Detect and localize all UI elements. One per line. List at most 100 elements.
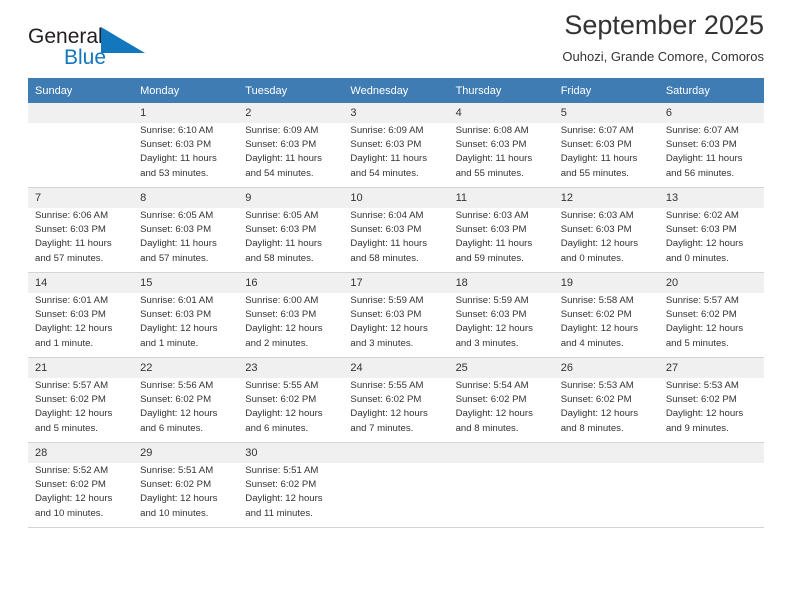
sunset-text: Sunset: 6:03 PM (560, 139, 632, 151)
calendar-day-cell[interactable]: 27 Sunrise: 5:53 AM Sunset: 6:02 PM Dayligh… (658, 357, 764, 443)
calendar-page: General Blue September 2025 Ouhozi, Gran… (0, 0, 792, 612)
daylight-text: Daylight: 12 hours and 10 minutes. (140, 493, 218, 519)
day-details (659, 463, 764, 464)
day-cell-content: 12 Sunrise: 6:03 AM Sunset: 6:03 PM Dayligh… (553, 188, 659, 272)
calendar-day-cell[interactable]: 8 Sunrise: 6:05 AM Sunset: 6:03 PM Daylight… (133, 187, 239, 273)
sunrise-text: Sunrise: 5:52 AM (35, 465, 109, 476)
day-cell-content: 6 Sunrise: 6:07 AM Sunset: 6:03 PM Daylight… (658, 103, 764, 187)
day-details: Sunrise: 5:59 AM Sunset: 6:03 PM Daylight:… (449, 293, 554, 351)
day-details: Sunrise: 6:06 AM Sunset: 6:03 PM Daylight:… (28, 208, 133, 266)
calendar-day-cell[interactable]: 10 Sunrise: 6:04 AM Sunset: 6:03 PM Dayligh… (343, 187, 449, 273)
day-number: 13 (658, 188, 764, 208)
calendar-day-cell[interactable]: 29 Sunrise: 5:51 AM Sunset: 6:02 PM Dayligh… (133, 442, 239, 528)
calendar-week-row: 1 Sunrise: 6:10 AM Sunset: 6:03 PM Daylight… (28, 103, 764, 188)
day-cell-content: 22 Sunrise: 5:56 AM Sunset: 6:02 PM Dayligh… (133, 358, 239, 442)
sunrise-text: Sunrise: 5:53 AM (665, 380, 739, 391)
day-cell-content: 23 Sunrise: 5:55 AM Sunset: 6:02 PM Dayligh… (238, 358, 344, 442)
calendar-day-cell[interactable]: 22 Sunrise: 5:56 AM Sunset: 6:02 PM Dayligh… (133, 357, 239, 443)
day-number: 21 (28, 358, 134, 378)
calendar-day-cell[interactable]: 18 Sunrise: 5:59 AM Sunset: 6:03 PM Dayligh… (448, 272, 554, 358)
calendar-header-row: Sunday Monday Tuesday Wednesday Thursday… (28, 78, 764, 103)
daylight-text: Daylight: 12 hours and 5 minutes. (35, 408, 113, 434)
sunset-text: Sunset: 6:02 PM (350, 394, 422, 406)
sunrise-text: Sunrise: 5:55 AM (245, 380, 319, 391)
day-number: 17 (343, 273, 449, 293)
sunset-text: Sunset: 6:03 PM (245, 224, 317, 236)
sunset-text: Sunset: 6:02 PM (455, 394, 527, 406)
day-number: 22 (133, 358, 239, 378)
sunrise-text: Sunrise: 6:02 AM (665, 210, 739, 221)
day-details (449, 463, 554, 464)
day-number: 28 (28, 443, 134, 463)
calendar-day-cell[interactable]: 16 Sunrise: 6:00 AM Sunset: 6:03 PM Dayligh… (238, 272, 344, 358)
sunrise-text: Sunrise: 5:51 AM (140, 465, 214, 476)
day-number: 19 (553, 273, 659, 293)
day-details: Sunrise: 5:57 AM Sunset: 6:02 PM Daylight:… (28, 378, 133, 436)
weekday-header-friday: Friday (553, 78, 659, 103)
calendar-day-cell[interactable]: 4 Sunrise: 6:08 AM Sunset: 6:03 PM Daylight… (448, 103, 554, 188)
calendar-day-cell[interactable]: 28 Sunrise: 5:52 AM Sunset: 6:02 PM Dayligh… (28, 442, 134, 528)
sunset-text: Sunset: 6:03 PM (350, 309, 422, 321)
day-number: 3 (343, 103, 449, 123)
day-number: 11 (448, 188, 554, 208)
calendar-day-cell[interactable]: 6 Sunrise: 6:07 AM Sunset: 6:03 PM Daylight… (658, 103, 764, 188)
day-cell-content: 20 Sunrise: 5:57 AM Sunset: 6:02 PM Dayligh… (658, 273, 764, 357)
calendar-day-cell[interactable]: 14 Sunrise: 6:01 AM Sunset: 6:03 PM Dayligh… (28, 272, 134, 358)
calendar-day-cell[interactable]: 3 Sunrise: 6:09 AM Sunset: 6:03 PM Daylight… (343, 103, 449, 188)
calendar-day-cell[interactable]: 19 Sunrise: 5:58 AM Sunset: 6:02 PM Dayligh… (553, 272, 659, 358)
daylight-text: Daylight: 12 hours and 6 minutes. (245, 408, 323, 434)
brand-logo[interactable]: General Blue (28, 26, 208, 74)
calendar-day-cell[interactable]: 30 Sunrise: 5:51 AM Sunset: 6:02 PM Dayligh… (238, 442, 344, 528)
calendar-day-cell[interactable]: 12 Sunrise: 6:03 AM Sunset: 6:03 PM Dayligh… (553, 187, 659, 273)
day-number (448, 443, 554, 463)
day-cell-content: 25 Sunrise: 5:54 AM Sunset: 6:02 PM Dayligh… (448, 358, 554, 442)
weekday-header-saturday: Saturday (658, 78, 764, 103)
sunrise-text: Sunrise: 6:04 AM (350, 210, 424, 221)
sunrise-text: Sunrise: 5:54 AM (455, 380, 529, 391)
sunrise-text: Sunrise: 6:03 AM (560, 210, 634, 221)
daylight-text: Daylight: 12 hours and 6 minutes. (140, 408, 218, 434)
daylight-text: Daylight: 12 hours and 10 minutes. (35, 493, 113, 519)
calendar-day-cell[interactable]: 24 Sunrise: 5:55 AM Sunset: 6:02 PM Dayligh… (343, 357, 449, 443)
weekday-header-monday: Monday (133, 78, 239, 103)
daylight-text: Daylight: 11 hours and 58 minutes. (245, 238, 322, 264)
day-cell-content: 5 Sunrise: 6:07 AM Sunset: 6:03 PM Daylight… (553, 103, 659, 187)
day-number: 10 (343, 188, 449, 208)
calendar-day-cell[interactable]: 23 Sunrise: 5:55 AM Sunset: 6:02 PM Dayligh… (238, 357, 344, 443)
daylight-text: Daylight: 11 hours and 56 minutes. (665, 153, 743, 179)
day-number: 9 (238, 188, 344, 208)
day-details: Sunrise: 5:51 AM Sunset: 6:02 PM Daylight:… (133, 463, 238, 521)
calendar-day-cell[interactable]: 17 Sunrise: 5:59 AM Sunset: 6:03 PM Dayligh… (343, 272, 449, 358)
daylight-text: Daylight: 11 hours and 55 minutes. (560, 153, 638, 179)
day-details: Sunrise: 6:03 AM Sunset: 6:03 PM Daylight:… (449, 208, 554, 266)
calendar-day-cell[interactable]: 7 Sunrise: 6:06 AM Sunset: 6:03 PM Daylight… (28, 187, 134, 273)
calendar-day-cell[interactable]: 25 Sunrise: 5:54 AM Sunset: 6:02 PM Dayligh… (448, 357, 554, 443)
day-details: Sunrise: 6:05 AM Sunset: 6:03 PM Daylight:… (133, 208, 238, 266)
calendar-day-cell[interactable]: 20 Sunrise: 5:57 AM Sunset: 6:02 PM Dayligh… (658, 272, 764, 358)
day-details: Sunrise: 5:52 AM Sunset: 6:02 PM Daylight:… (28, 463, 133, 521)
day-details: Sunrise: 6:04 AM Sunset: 6:03 PM Daylight:… (343, 208, 448, 266)
calendar-day-cell[interactable]: 13 Sunrise: 6:02 AM Sunset: 6:03 PM Dayligh… (658, 187, 764, 273)
calendar-day-cell[interactable]: 9 Sunrise: 6:05 AM Sunset: 6:03 PM Daylight… (238, 187, 344, 273)
day-details: Sunrise: 6:01 AM Sunset: 6:03 PM Daylight:… (28, 293, 133, 351)
calendar-day-cell[interactable]: 11 Sunrise: 6:03 AM Sunset: 6:03 PM Dayligh… (448, 187, 554, 273)
calendar-empty-cell (28, 103, 134, 188)
day-cell-content: 14 Sunrise: 6:01 AM Sunset: 6:03 PM Dayligh… (28, 273, 134, 357)
sunrise-text: Sunrise: 6:01 AM (140, 295, 214, 306)
calendar-day-cell[interactable]: 2 Sunrise: 6:09 AM Sunset: 6:03 PM Daylight… (238, 103, 344, 188)
day-cell-content (28, 103, 134, 187)
calendar-day-cell[interactable]: 5 Sunrise: 6:07 AM Sunset: 6:03 PM Daylight… (553, 103, 659, 188)
day-number: 2 (238, 103, 344, 123)
day-details: Sunrise: 6:03 AM Sunset: 6:03 PM Daylight:… (554, 208, 659, 266)
daylight-text: Daylight: 12 hours and 3 minutes. (455, 323, 533, 349)
calendar-table: Sunday Monday Tuesday Wednesday Thursday… (28, 78, 764, 528)
day-number: 30 (238, 443, 344, 463)
calendar-day-cell[interactable]: 26 Sunrise: 5:53 AM Sunset: 6:02 PM Dayligh… (553, 357, 659, 443)
title-block: September 2025 Ouhozi, Grande Comore, Co… (562, 8, 764, 67)
calendar-day-cell[interactable]: 21 Sunrise: 5:57 AM Sunset: 6:02 PM Dayligh… (28, 357, 134, 443)
sunset-text: Sunset: 6:02 PM (560, 394, 632, 406)
calendar-day-cell[interactable]: 1 Sunrise: 6:10 AM Sunset: 6:03 PM Daylight… (133, 103, 239, 188)
calendar-day-cell[interactable]: 15 Sunrise: 6:01 AM Sunset: 6:03 PM Dayligh… (133, 272, 239, 358)
day-cell-content: 3 Sunrise: 6:09 AM Sunset: 6:03 PM Daylight… (343, 103, 449, 187)
daylight-text: Daylight: 11 hours and 53 minutes. (140, 153, 217, 179)
